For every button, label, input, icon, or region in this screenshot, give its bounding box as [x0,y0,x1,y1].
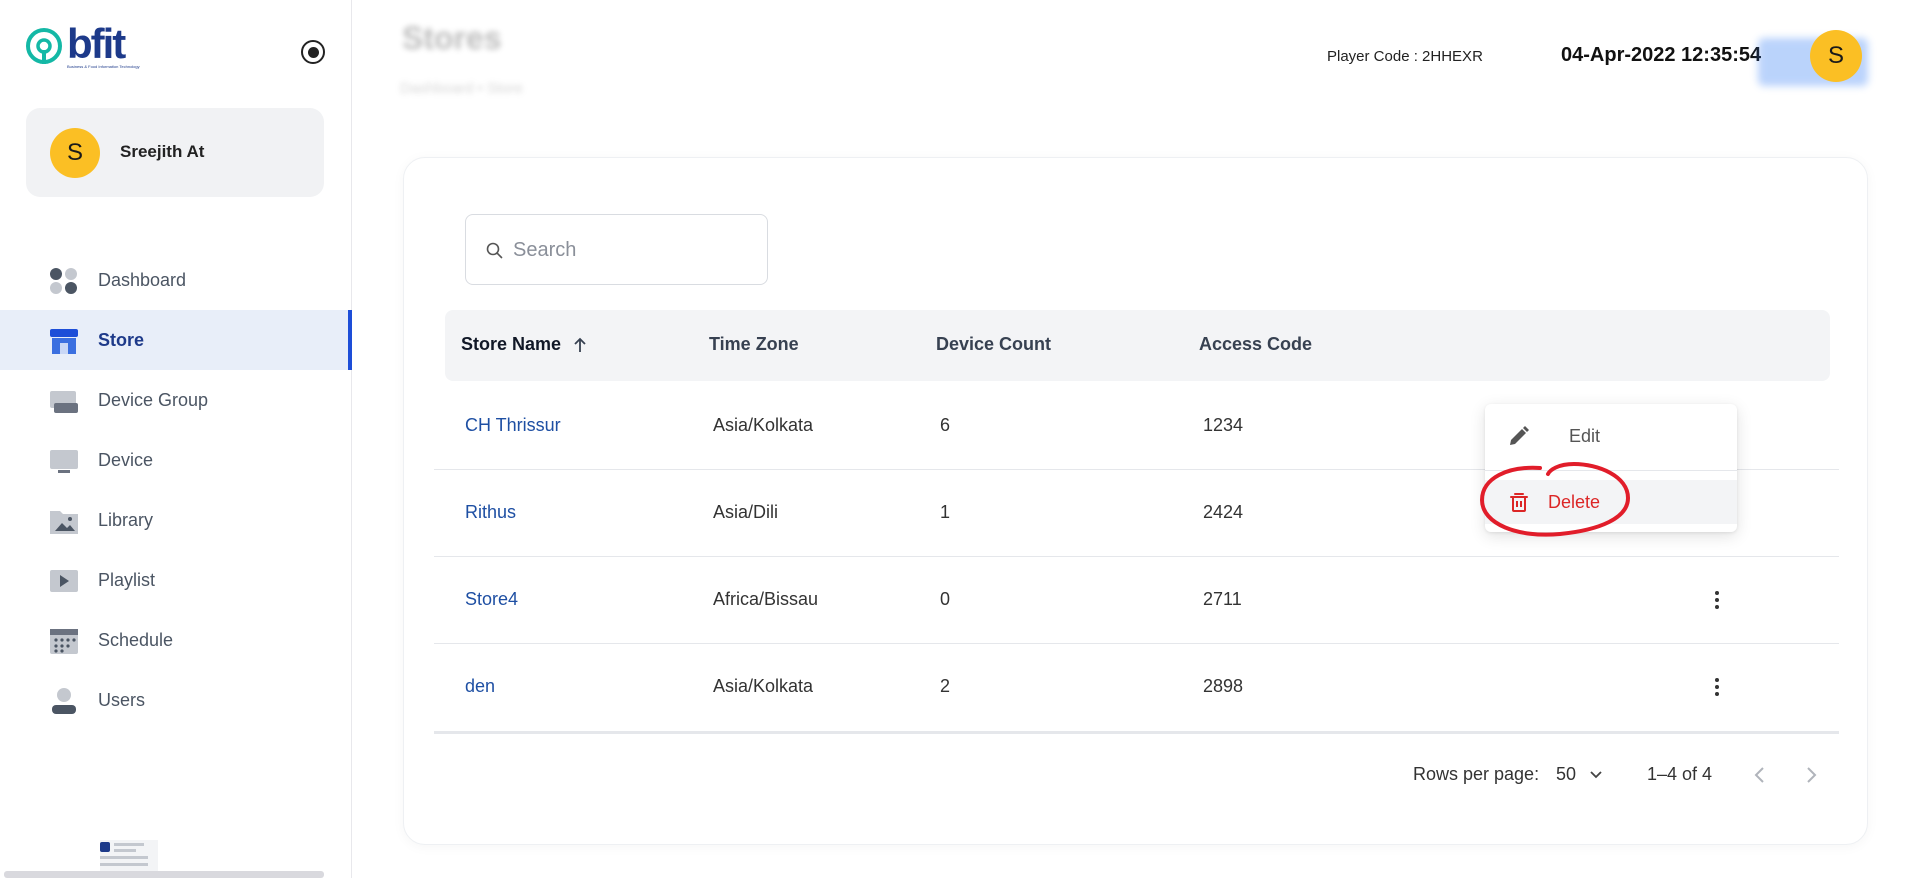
sidebar-item-schedule[interactable]: Schedule [0,610,352,670]
playlist-icon [50,570,78,592]
store-name-link[interactable]: Store4 [465,589,518,610]
sidebar-item-library[interactable]: Library [0,490,352,550]
store-name-link[interactable]: Rithus [465,502,516,523]
sidebar-item-label: Schedule [98,629,174,650]
sidebar-item-label: Playlist [98,569,156,590]
user-name: Sreejith At [120,142,205,161]
access-code-cell: 2898 [1203,676,1244,696]
column-header-access-code[interactable]: Access Code [1199,334,1312,355]
column-header-device-count[interactable]: Device Count [936,334,1051,355]
logo-text: bfit [67,20,126,67]
store-icon [50,329,78,354]
pagination-range: 1–4 of 4 [1647,764,1713,784]
logo-tagline: Business & Food Information Technology [67,64,140,69]
access-code-cell: 2424 [1203,502,1244,522]
rows-per-page-label: Rows per page: [1413,764,1540,784]
store-name-link[interactable]: CH Thrissur [465,415,561,436]
sidebar-item-label: Device Group [98,389,209,410]
row-actions-button[interactable] [1705,585,1729,615]
time-zone-cell: Asia/Kolkata [713,415,814,435]
previous-page-icon[interactable] [1750,764,1770,786]
menu-divider [1485,470,1737,471]
sidebar-item-device-group[interactable]: Device Group [0,370,352,430]
more-vertical-icon [1715,591,1719,595]
player-code: Player Code : 2HHEXR [1327,48,1483,65]
current-datetime: 04-Apr-2022 12:35:54 [1561,44,1762,66]
access-code-cell: 1234 [1203,415,1244,435]
column-header-time-zone[interactable]: Time Zone [709,334,799,355]
sidebar-item-dashboard[interactable]: Dashboard [0,250,352,310]
pencil-icon [1510,426,1529,445]
device-count-cell: 2 [940,676,951,696]
device-count-cell: 0 [940,589,951,609]
row-context-menu: Edit Delete [1485,404,1737,532]
column-header-label: Store Name [461,334,562,354]
sidebar-item-store[interactable]: Store [0,310,352,370]
sidebar: bfit Business & Food Information Technol… [0,0,352,878]
delete-menu-item[interactable]: Delete [1485,480,1737,524]
chevron-down-icon [1590,771,1602,779]
store-name-link[interactable]: den [465,676,495,697]
library-icon [50,511,78,534]
users-icon [52,688,76,714]
breadcrumb[interactable]: Dashboard • Store [400,80,523,97]
row-actions-button[interactable] [1705,672,1729,702]
column-header-store-name[interactable]: Store Name [461,334,588,355]
sidebar-item-label: Users [98,689,146,710]
device-icon [50,450,78,473]
edit-label: Edit [1569,426,1601,446]
table-header: Store Name Time Zone Device Count Access… [445,310,1830,381]
table-bottom-divider [434,731,1839,734]
bfit-logo[interactable]: bfit Business & Food Information Technol… [24,20,150,72]
table-row: Store4 Africa/Bissau 0 2711 [434,557,1839,644]
page-title: Stores [402,20,502,56]
sort-ascending-icon[interactable] [572,336,588,354]
sidebar-item-label: Device [98,449,154,470]
logo-mark-icon [26,28,62,64]
sidebar-scrollbar[interactable] [4,871,324,878]
time-zone-cell: Asia/Dili [713,502,779,522]
edit-menu-item[interactable]: Edit [1485,414,1737,458]
sidebar-item-label: Library [98,509,154,530]
device-count-cell: 1 [940,502,951,522]
sidebar-item-users[interactable]: Users [0,670,352,730]
time-zone-cell: Africa/Bissau [713,589,819,609]
more-vertical-icon [1715,678,1719,682]
search-icon [486,242,503,259]
sidebar-item-label: Store [98,329,145,350]
sidebar-item-playlist[interactable]: Playlist [0,550,352,610]
user-card[interactable]: S Sreejith At [26,108,324,197]
device-count-cell: 6 [940,415,951,435]
search-input[interactable] [513,233,753,267]
time-zone-cell: Asia/Kolkata [713,676,814,696]
schedule-icon [50,629,78,654]
table-row: den Asia/Kolkata 2 2898 [434,644,1839,731]
search-box[interactable] [465,214,768,285]
next-page-icon[interactable] [1801,764,1821,786]
trash-icon [1510,493,1528,512]
delete-label: Delete [1548,492,1601,512]
theme-toggle-button[interactable] [301,40,325,64]
user-avatar: S [50,128,100,178]
sidebar-item-device[interactable]: Device [0,430,352,490]
header-avatar[interactable]: S [1810,30,1862,82]
radio-dot-icon [307,46,319,58]
rows-per-page-value: 50 [1556,764,1577,784]
device-group-icon [50,391,78,413]
rows-per-page-select[interactable]: 50 [1556,764,1603,785]
sidebar-item-label: Dashboard [98,269,187,290]
sidebar-nav: Dashboard Store Device Group Device Libr… [0,250,352,730]
dashboard-icon [50,268,77,294]
access-code-cell: 2711 [1203,589,1242,609]
